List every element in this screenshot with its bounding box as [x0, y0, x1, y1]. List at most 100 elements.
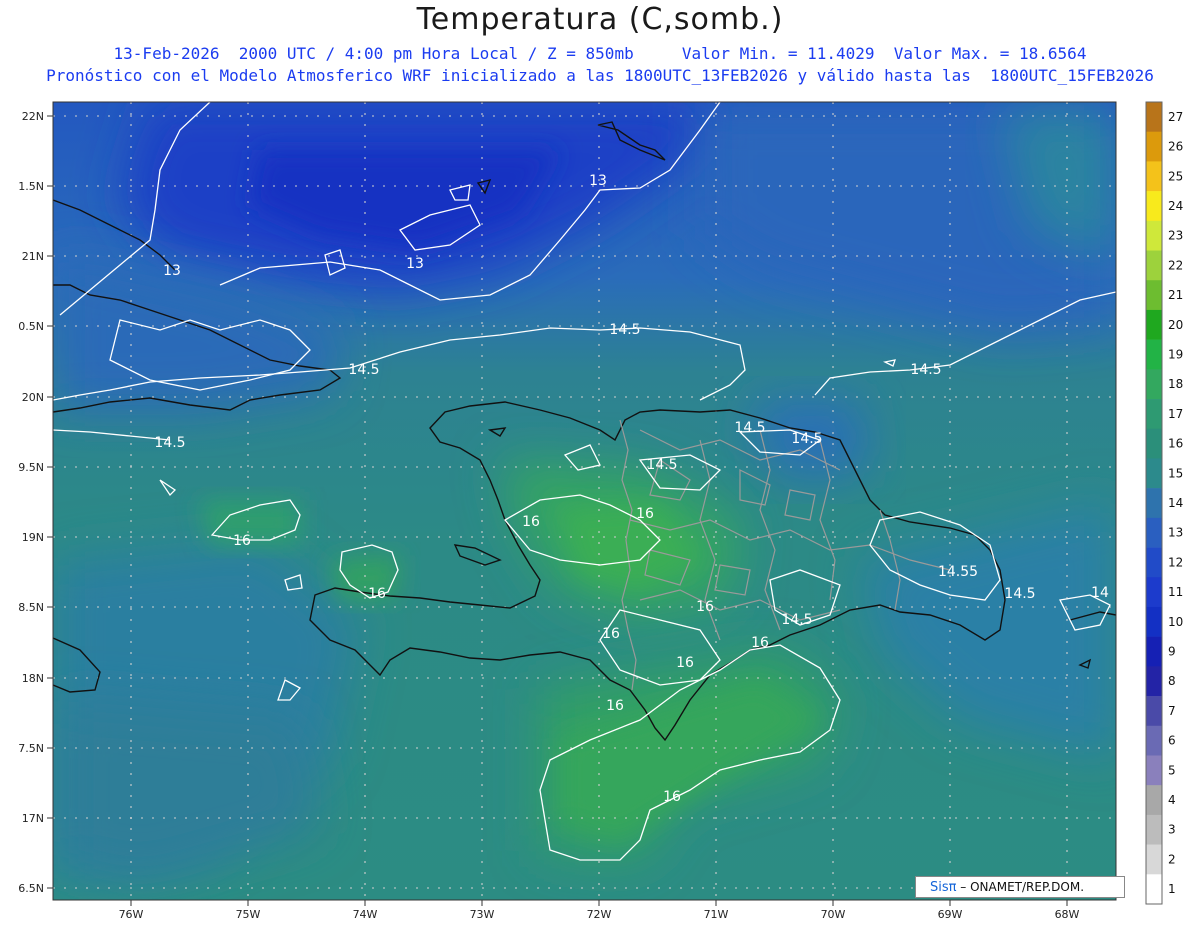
colorbar-label: 27 — [1168, 110, 1183, 124]
colorbar-swatch — [1146, 161, 1162, 192]
colorbar-label: 3 — [1168, 823, 1176, 837]
colorbar-label: 26 — [1168, 140, 1183, 154]
lon-tick-label: 69W — [938, 908, 963, 921]
contour-label: 14.5 — [910, 362, 941, 378]
colorbar-swatch — [1146, 636, 1162, 667]
contour-label: 14.5 — [791, 431, 822, 447]
colorbar-label: 23 — [1168, 229, 1183, 243]
contour-label: 13 — [589, 173, 607, 189]
colorbar-label: 19 — [1168, 347, 1183, 361]
colorbar-swatch — [1146, 666, 1162, 697]
lat-tick-label: 8.5N — [18, 601, 44, 614]
colorbar-label: 1 — [1168, 882, 1176, 896]
contour-label: 14.55 — [938, 564, 978, 580]
lon-tick-label: 70W — [821, 908, 846, 921]
lat-tick-label: 9.5N — [18, 461, 44, 474]
lat-tick-label: 20N — [22, 391, 44, 404]
lon-tick-label: 76W — [119, 908, 144, 921]
lon-tick-label: 74W — [353, 908, 378, 921]
contour-label: 13 — [163, 263, 181, 279]
contour-label: 14.5 — [609, 322, 640, 338]
colorbar-swatch — [1146, 606, 1162, 637]
colorbar-label: 5 — [1168, 763, 1176, 777]
colorbar-label: 8 — [1168, 674, 1176, 688]
contour-label: 14.5 — [348, 362, 379, 378]
colorbar-label: 20 — [1168, 318, 1183, 332]
colorbar-swatch — [1146, 369, 1162, 400]
colorbar-swatch — [1146, 755, 1162, 786]
colorbar-swatch — [1146, 309, 1162, 340]
colorbar-swatch — [1146, 339, 1162, 370]
colorbar-label: 21 — [1168, 288, 1183, 302]
colorbar-label: 18 — [1168, 377, 1183, 391]
contour-label: 16 — [751, 635, 769, 651]
lat-tick-label: 6.5N — [18, 882, 44, 895]
lon-tick-label: 75W — [236, 908, 261, 921]
colorbar-label: 10 — [1168, 615, 1183, 629]
colorbar-swatch — [1146, 131, 1162, 162]
colorbar-label: 22 — [1168, 258, 1183, 272]
lat-tick-label: 18N — [22, 672, 44, 685]
lon-tick-label: 68W — [1055, 908, 1080, 921]
contour-label: 16 — [233, 533, 251, 549]
colorbar-label: 4 — [1168, 793, 1176, 807]
contour-label: 16 — [602, 626, 620, 642]
lat-tick-label: 1.5N — [18, 180, 44, 193]
colorbar-label: 12 — [1168, 555, 1183, 569]
lon-tick-label: 73W — [470, 908, 495, 921]
colorbar-label: 6 — [1168, 734, 1176, 748]
contour-label: 14.5 — [1004, 586, 1035, 602]
colorbar-swatch — [1146, 874, 1162, 905]
contour-label: 16 — [606, 698, 624, 714]
colorbar-swatch — [1146, 191, 1162, 222]
contour-label: 14.5 — [781, 612, 812, 628]
colorbar-swatch — [1146, 844, 1162, 875]
contour-label: 13 — [406, 256, 424, 272]
lat-tick-label: 22N — [22, 110, 44, 123]
colorbar: 2726252423222120191817161514131211109876… — [1145, 101, 1183, 905]
lon-tick-label: 72W — [587, 908, 612, 921]
credit-text: – ONAMET/REP.DOM. — [960, 880, 1085, 894]
contour-label: 16 — [368, 586, 386, 602]
colorbar-swatch — [1146, 250, 1162, 281]
lat-tick-label: 7.5N — [18, 742, 44, 755]
colorbar-swatch — [1146, 399, 1162, 430]
colorbar-label: 14 — [1168, 496, 1183, 510]
colorbar-label: 2 — [1168, 852, 1176, 866]
colorbar-label: 17 — [1168, 407, 1183, 421]
contour-label: 14.5 — [734, 420, 765, 436]
colorbar-swatch — [1146, 488, 1162, 519]
colorbar-label: 13 — [1168, 526, 1183, 540]
contour-label: 16 — [522, 514, 540, 530]
colorbar-swatch — [1146, 102, 1162, 132]
contour-label: 14 — [1091, 585, 1109, 601]
colorbar-label: 16 — [1168, 437, 1183, 451]
colorbar-swatch — [1146, 517, 1162, 548]
colorbar-label: 24 — [1168, 199, 1183, 213]
lon-tick-label: 71W — [704, 908, 729, 921]
contour-label: 14.5 — [154, 435, 185, 451]
colorbar-label: 9 — [1168, 645, 1176, 659]
contour-label: 16 — [696, 599, 714, 615]
sispi-logo: Sisπ — [930, 880, 957, 895]
colorbar-swatch — [1146, 725, 1162, 756]
lat-tick-label: 0.5N — [18, 320, 44, 333]
colorbar-swatch — [1146, 696, 1162, 727]
colorbar-swatch — [1146, 577, 1162, 608]
contour-label: 14.5 — [646, 457, 677, 473]
colorbar-swatch — [1146, 428, 1162, 459]
credit-box: Sisπ – ONAMET/REP.DOM. — [915, 876, 1125, 898]
latitude-axis: 22N 1.5N 21N 0.5N 20N 9.5N 19N 8.5N 18N … — [18, 110, 53, 895]
colorbar-label: 7 — [1168, 704, 1176, 718]
colorbar-swatch — [1146, 814, 1162, 845]
colorbar-swatch — [1146, 280, 1162, 311]
colorbar-swatch — [1146, 220, 1162, 251]
shaded-field — [53, 102, 1116, 900]
lat-tick-label: 17N — [22, 812, 44, 825]
colorbar-label: 25 — [1168, 169, 1183, 183]
temperature-map: 13 13 13 14.5 14.5 14.5 14.5 14.5 14.5 1… — [18, 101, 1183, 921]
contour-label: 16 — [663, 789, 681, 805]
contour-label: 16 — [676, 655, 694, 671]
colorbar-swatch — [1146, 547, 1162, 578]
colorbar-swatch — [1146, 458, 1162, 489]
